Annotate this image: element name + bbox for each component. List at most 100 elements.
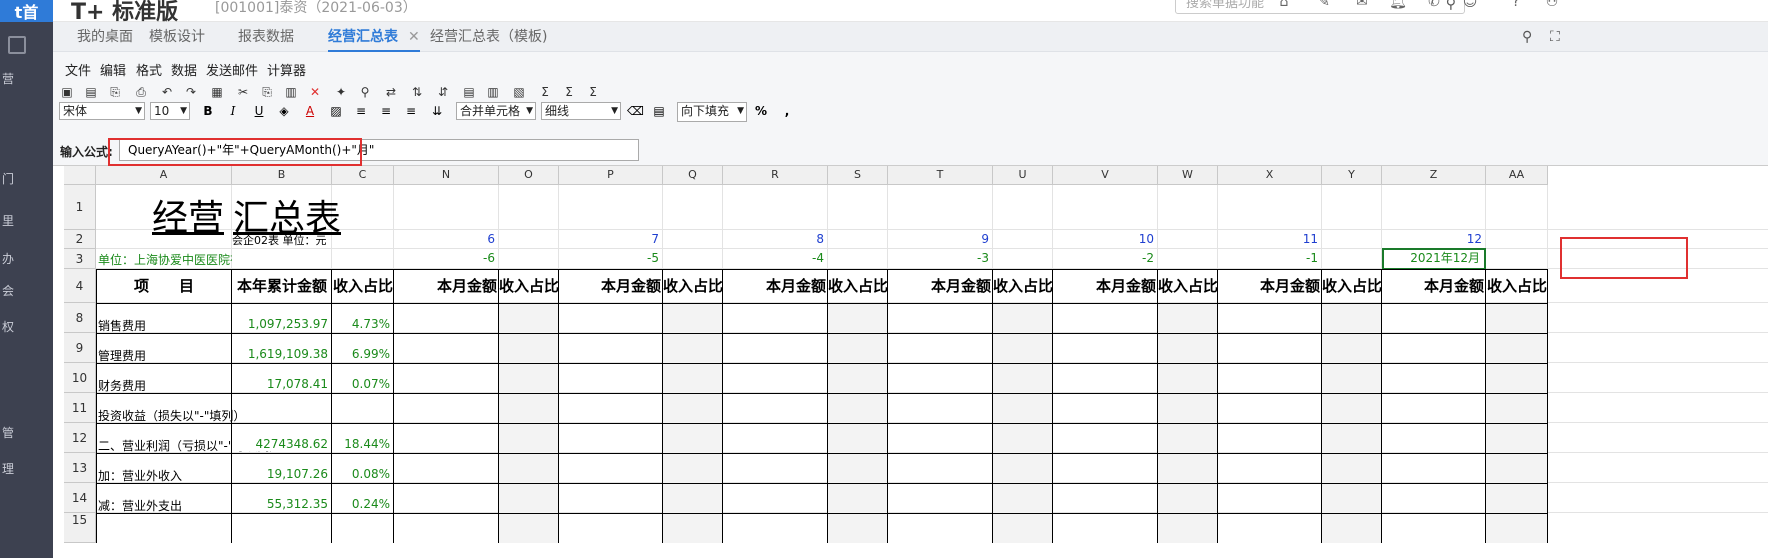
column-header[interactable]: X bbox=[1218, 166, 1322, 185]
row-header[interactable]: 13 bbox=[64, 453, 96, 483]
row-ratio-value[interactable]: 18.44% bbox=[332, 437, 390, 451]
header-month-amount[interactable]: 本月金额 bbox=[394, 275, 497, 296]
align-left-icon[interactable]: ≡ bbox=[353, 103, 369, 119]
delete-icon[interactable]: ✕ bbox=[307, 84, 323, 100]
font-name-select[interactable]: 宋体 ▼ bbox=[59, 102, 145, 120]
font-size-select[interactable]: 10 ▼ bbox=[150, 102, 190, 120]
menu-edit[interactable]: 编辑 bbox=[100, 60, 126, 79]
month-offset[interactable]: -1 bbox=[1218, 251, 1318, 265]
redo-icon[interactable]: ↷ bbox=[183, 84, 199, 100]
tab-report-data[interactable]: 报表数据 bbox=[238, 22, 294, 52]
row-header[interactable]: 1 bbox=[64, 185, 96, 230]
menu-calculator[interactable]: 计算器 bbox=[267, 60, 306, 79]
header-ytd[interactable]: 本年累计金额 bbox=[232, 275, 332, 296]
underline-icon[interactable]: U bbox=[251, 103, 267, 119]
company-unit-label[interactable]: 单位：上海协爱中医医院有限公司 bbox=[98, 251, 232, 268]
save-as-icon[interactable]: ▤ bbox=[83, 84, 99, 100]
month-number[interactable]: 9 bbox=[888, 232, 989, 246]
sort-desc-icon[interactable]: ⇵ bbox=[435, 84, 451, 100]
replace-icon[interactable]: ⇄ bbox=[383, 84, 399, 100]
column-header[interactable]: S bbox=[828, 166, 888, 185]
tab-template-design[interactable]: 模板设计 bbox=[149, 22, 205, 52]
new-window-icon[interactable] bbox=[8, 36, 26, 54]
month-number[interactable]: 8 bbox=[723, 232, 824, 246]
sort-asc-icon[interactable]: ⇅ bbox=[409, 84, 425, 100]
row-header[interactable]: 11 bbox=[64, 393, 96, 423]
row-ytd-value[interactable]: 1,097,253.97 bbox=[232, 317, 328, 331]
month-number[interactable]: 11 bbox=[1218, 232, 1318, 246]
column-header[interactable]: W bbox=[1158, 166, 1218, 185]
row-header[interactable]: 15 bbox=[64, 513, 96, 543]
message-icon[interactable]: ✉ bbox=[1353, 0, 1371, 12]
row-header[interactable]: 2 bbox=[64, 230, 96, 249]
border-icon[interactable]: ▨ bbox=[328, 103, 344, 119]
column-header[interactable]: B bbox=[232, 166, 332, 185]
menu-file[interactable]: 文件 bbox=[65, 60, 91, 79]
row-header[interactable]: 14 bbox=[64, 483, 96, 513]
column-header[interactable]: A bbox=[96, 166, 232, 185]
column-header[interactable]: Z bbox=[1382, 166, 1486, 185]
tab-business-summary-template[interactable]: 经营汇总表（模板) bbox=[430, 22, 547, 52]
row-header[interactable]: 9 bbox=[64, 333, 96, 363]
row-ytd-value[interactable]: 17,078.41 bbox=[232, 377, 328, 391]
tab-business-summary[interactable]: 经营汇总表 ✕ bbox=[328, 22, 420, 52]
month-offset[interactable]: -3 bbox=[888, 251, 989, 265]
column-header[interactable]: O bbox=[499, 166, 559, 185]
month-offset[interactable]: -4 bbox=[723, 251, 824, 265]
print-preview-icon[interactable]: ⎘ bbox=[107, 84, 123, 100]
header-month-amount[interactable]: 本月金额 bbox=[1053, 275, 1156, 296]
close-tab-icon[interactable]: ✕ bbox=[408, 29, 420, 45]
unit-label[interactable]: 会企02表 单位：元 bbox=[232, 232, 332, 248]
app-logo[interactable]: t首 bbox=[0, 0, 53, 22]
cut-icon[interactable]: ✂ bbox=[235, 84, 251, 100]
left-nav-item[interactable]: 管 bbox=[2, 424, 14, 441]
menu-data[interactable]: 数据 bbox=[171, 60, 197, 79]
bold-icon[interactable]: B bbox=[200, 103, 216, 119]
avatar[interactable]: ☺ bbox=[1461, 0, 1479, 12]
month-number[interactable]: 10 bbox=[1053, 232, 1154, 246]
clear-icon[interactable]: ✦ bbox=[333, 84, 349, 100]
spreadsheet-grid[interactable]: A B C N O P Q R S T U V W X Y Z AA 1 2 3 4 8 9 10 11 12 13 14 15 经营 汇总… bbox=[64, 166, 1768, 558]
wrap-text-icon[interactable]: ⇊ bbox=[429, 103, 445, 119]
find-icon[interactable]: ⚲ bbox=[357, 84, 373, 100]
row-ratio-value[interactable]: 0.24% bbox=[332, 497, 390, 511]
month-offset[interactable]: -5 bbox=[559, 251, 659, 265]
row-ratio-value[interactable]: 0.08% bbox=[332, 467, 390, 481]
menu-send-mail[interactable]: 发送邮件 bbox=[206, 60, 258, 79]
undo-icon[interactable]: ↶ bbox=[159, 84, 175, 100]
border-style-select[interactable]: 细线 ▼ bbox=[541, 102, 621, 120]
left-nav-item[interactable]: 办 bbox=[2, 250, 14, 267]
row-ytd-value[interactable]: 19,107.26 bbox=[232, 467, 328, 481]
column-header[interactable]: Q bbox=[663, 166, 723, 185]
fullscreen-icon[interactable]: ⛶ bbox=[1550, 29, 1560, 45]
paste-icon[interactable]: ▥ bbox=[283, 84, 299, 100]
search-icon[interactable]: ⚲ bbox=[1446, 0, 1456, 13]
header-month-ratio[interactable]: 收入占比 bbox=[1322, 275, 1382, 296]
left-nav-item[interactable]: 权 bbox=[2, 318, 14, 335]
tab-my-desktop[interactable]: 我的桌面 bbox=[77, 22, 133, 52]
left-nav-item[interactable]: 营 bbox=[2, 70, 14, 87]
copy-icon[interactable]: ⎘ bbox=[259, 84, 275, 100]
header-month-ratio[interactable]: 收入占比 bbox=[663, 275, 723, 296]
month-offset[interactable]: -6 bbox=[394, 251, 495, 265]
italic-icon[interactable]: I bbox=[225, 103, 241, 119]
align-center-icon[interactable]: ≡ bbox=[378, 103, 394, 119]
header-month-amount[interactable]: 本月金额 bbox=[888, 275, 991, 296]
header-month-amount[interactable]: 本月金额 bbox=[723, 275, 826, 296]
header-month-ratio[interactable]: 收入占比 bbox=[828, 275, 888, 296]
sum-row-icon[interactable]: Σ bbox=[561, 84, 577, 100]
sum-icon[interactable]: Σ bbox=[537, 84, 553, 100]
row-header[interactable]: 8 bbox=[64, 303, 96, 333]
user-icon[interactable]: ⚇ bbox=[1543, 0, 1561, 12]
row-header[interactable]: 12 bbox=[64, 423, 96, 453]
row-header[interactable]: 3 bbox=[64, 249, 96, 269]
insert-row-icon[interactable]: ▤ bbox=[461, 84, 477, 100]
sum-col-icon[interactable]: Σ bbox=[585, 84, 601, 100]
merge-cells-select[interactable]: 合并单元格 ▼ bbox=[456, 102, 536, 120]
row-ytd-value[interactable]: 55,312.35 bbox=[232, 497, 328, 511]
row-ratio-value[interactable]: 4.73% bbox=[332, 317, 390, 331]
save-icon[interactable]: ▣ bbox=[59, 84, 75, 100]
column-header[interactable]: V bbox=[1053, 166, 1158, 185]
row-ytd-value[interactable]: 1,619,109.38 bbox=[232, 347, 328, 361]
column-header[interactable]: P bbox=[559, 166, 663, 185]
